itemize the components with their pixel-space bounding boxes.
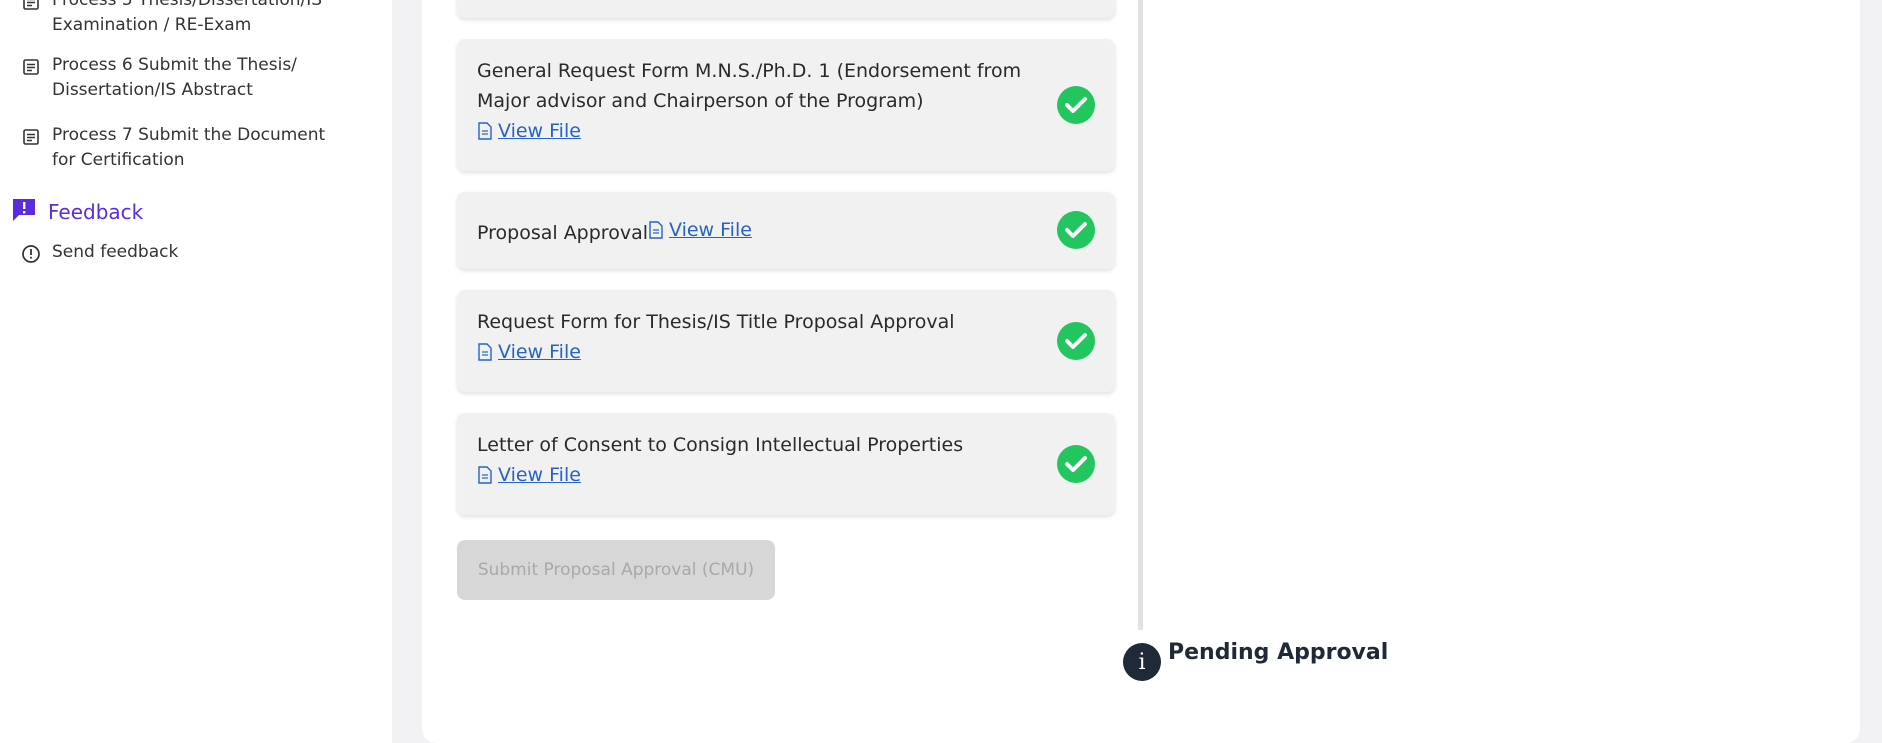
view-file-label: View File <box>498 120 581 142</box>
sidebar-item-label: Process 5 Thesis/Dissertation/IS Examina… <box>52 0 323 35</box>
view-file-link[interactable]: View File <box>477 460 581 490</box>
approved-check-icon <box>1057 86 1095 124</box>
document-card: Proposal Approval View File <box>457 192 1115 269</box>
document-card: General Request Form M.N.S./Ph.D. 1 (End… <box>457 39 1115 171</box>
approved-check-icon <box>1057 211 1095 249</box>
sidebar-item-process-5[interactable]: Process 5 Thesis/Dissertation/IS Examina… <box>20 0 352 38</box>
view-file-label: View File <box>498 341 581 363</box>
sidebar: Process 5 Thesis/Dissertation/IS Examina… <box>0 0 392 743</box>
document-title: Proposal Approval <box>477 222 648 244</box>
view-file-label: View File <box>498 464 581 486</box>
document-card-partial <box>457 0 1115 18</box>
section-title: Feedback <box>48 200 144 224</box>
alert-circle-icon <box>20 243 42 265</box>
view-file-link[interactable]: View File <box>477 116 581 146</box>
timeline-line <box>1138 0 1143 630</box>
view-file-label: View File <box>669 219 752 241</box>
file-icon <box>478 466 492 484</box>
document-title: General Request Form M.N.S./Ph.D. 1 (End… <box>477 60 1022 112</box>
file-icon <box>478 343 492 361</box>
sidebar-section-feedback: Feedback <box>10 196 143 228</box>
approved-check-icon <box>1057 445 1095 483</box>
document-title: Request Form for Thesis/IS Title Proposa… <box>477 311 955 333</box>
document-card: Request Form for Thesis/IS Title Proposa… <box>457 290 1115 392</box>
feedback-icon <box>10 196 38 228</box>
document-list-icon <box>20 0 42 13</box>
document-list-icon <box>20 56 42 78</box>
view-file-link[interactable]: View File <box>477 337 581 367</box>
status-label: Pending Approval <box>1168 640 1389 665</box>
file-icon <box>649 221 663 239</box>
view-file-link[interactable]: View File <box>648 215 752 245</box>
info-icon: i <box>1123 643 1161 681</box>
document-list-icon <box>20 126 42 148</box>
sidebar-item-label: Process 6 Submit the Thesis/ Dissertatio… <box>52 55 297 100</box>
document-card: Letter of Consent to Consign Intellectua… <box>457 413 1115 515</box>
sidebar-item-process-7[interactable]: Process 7 Submit the Document for Certif… <box>20 123 352 173</box>
file-icon <box>478 122 492 140</box>
sidebar-item-label: Send feedback <box>52 242 179 262</box>
document-title: Letter of Consent to Consign Intellectua… <box>477 434 964 456</box>
submit-proposal-approval-button[interactable]: Submit Proposal Approval (CMU) <box>457 540 775 600</box>
send-feedback-link[interactable]: Send feedback <box>20 240 352 265</box>
approved-check-icon <box>1057 322 1095 360</box>
sidebar-item-process-6[interactable]: Process 6 Submit the Thesis/ Dissertatio… <box>20 53 352 103</box>
sidebar-item-label: Process 7 Submit the Document for Certif… <box>52 125 326 170</box>
